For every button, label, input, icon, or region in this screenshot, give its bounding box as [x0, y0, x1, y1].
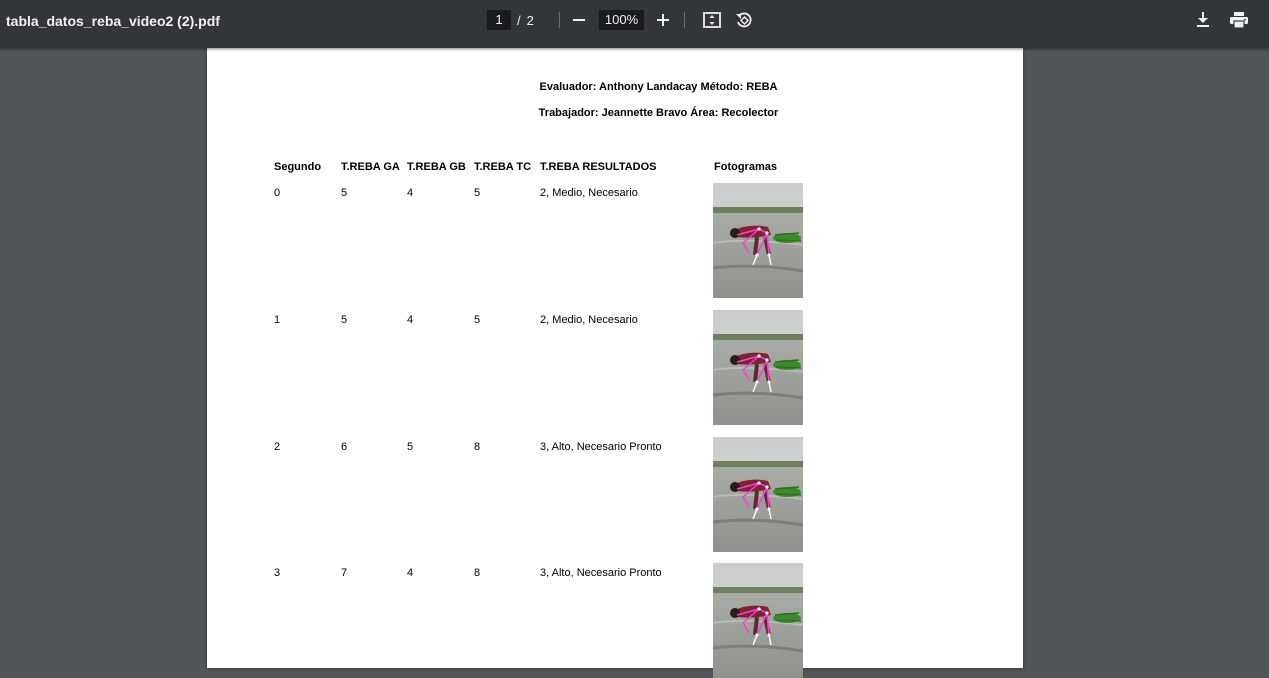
document-viewer[interactable]: Evaluador: Anthony Landacay Método: REBA…: [0, 48, 1269, 678]
cell-ga: 5: [341, 314, 348, 326]
cell-gb: 4: [407, 314, 414, 326]
frame-photo: [713, 437, 803, 552]
rotate-button[interactable]: [731, 7, 757, 33]
frame-photo: [713, 563, 803, 678]
zoom-out-button[interactable]: [566, 7, 592, 33]
page-number-input[interactable]: [487, 10, 511, 30]
cell-gb: 4: [407, 567, 414, 579]
minus-icon: [573, 19, 585, 21]
toolbar-divider: [684, 12, 685, 28]
fit-to-page-button[interactable]: [699, 7, 725, 33]
cell-tc: 8: [474, 441, 481, 453]
toolbar-divider: [559, 12, 560, 28]
fit-to-page-icon: [703, 12, 721, 28]
page-separator: /: [517, 12, 521, 28]
cell-tc: 5: [474, 314, 481, 326]
pdf-page: Evaluador: Anthony Landacay Método: REBA…: [207, 48, 1023, 678]
column-header-segundo: Segundo: [274, 161, 322, 173]
zoom-in-button[interactable]: [650, 7, 676, 33]
cell-ga: 5: [341, 187, 348, 199]
frame-photo: [713, 310, 803, 425]
pdf-toolbar: tabla_datos_reba_video2 (2).pdf / 2: [0, 0, 1269, 48]
page-navigation: / 2: [487, 10, 534, 30]
zoom-input[interactable]: [599, 10, 644, 30]
column-header-tc: T.REBA TC: [474, 161, 532, 173]
cell-segundo: 3: [274, 567, 281, 579]
cell-ga: 6: [341, 441, 348, 453]
cell-gb: 4: [407, 187, 414, 199]
column-header-resultados: T.REBA RESULTADOS: [540, 161, 657, 173]
cell-gb: 5: [407, 441, 414, 453]
column-header-ga: T.REBA GA: [341, 161, 400, 173]
cell-resultado: 2, Medio, Necesario: [540, 314, 638, 326]
cell-resultado: 2, Medio, Necesario: [540, 187, 638, 199]
print-icon: [1230, 12, 1248, 28]
worker-header: Trabajador: Jeannette Bravo Área: Recole…: [538, 107, 779, 119]
cell-ga: 7: [341, 567, 348, 579]
download-icon: [1197, 12, 1209, 27]
cell-segundo: 0: [274, 187, 281, 199]
evaluator-header: Evaluador: Anthony Landacay Método: REBA: [539, 81, 778, 93]
column-header-gb: T.REBA GB: [407, 161, 466, 173]
cell-segundo: 1: [274, 314, 281, 326]
frame-photo: [713, 183, 803, 298]
cell-segundo: 2: [274, 441, 281, 453]
cell-tc: 8: [474, 567, 481, 579]
cell-tc: 5: [474, 187, 481, 199]
print-button[interactable]: [1226, 7, 1252, 33]
rotate-icon: [736, 12, 752, 28]
column-header-fotogramas: Fotogramas: [714, 161, 777, 173]
cell-resultado: 3, Alto, Necesario Pronto: [540, 567, 662, 579]
file-title: tabla_datos_reba_video2 (2).pdf: [6, 13, 220, 29]
download-button[interactable]: [1190, 7, 1216, 33]
plus-icon: [657, 14, 669, 26]
cell-resultado: 3, Alto, Necesario Pronto: [540, 441, 662, 453]
total-pages: 2: [526, 12, 534, 28]
